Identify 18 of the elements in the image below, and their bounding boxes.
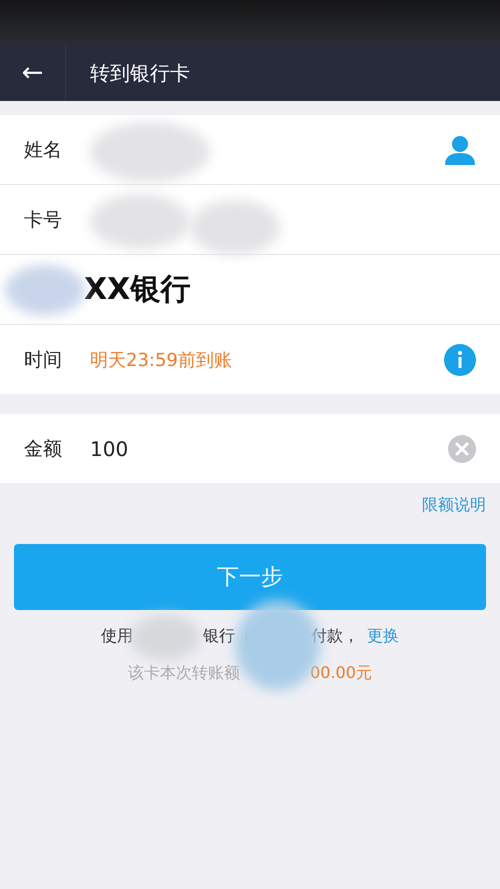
- info-icon[interactable]: [444, 344, 476, 376]
- clear-icon[interactable]: [448, 434, 476, 462]
- field-label: 金额: [24, 436, 63, 462]
- field-label: 姓名: [24, 138, 63, 162]
- arrival-time: 明天23:59前到账: [90, 348, 233, 372]
- field-label: 时间: [24, 348, 63, 372]
- change-link[interactable]: 更换: [367, 626, 399, 647]
- note-text: 使用: [101, 626, 133, 647]
- note-text: 付款，: [311, 626, 359, 647]
- limit-info-link[interactable]: 限额说明: [422, 495, 486, 516]
- bank-name: XX银行: [84, 271, 190, 309]
- next-button[interactable]: 下一步: [14, 544, 486, 610]
- limit-amount: 00.00元: [310, 663, 372, 684]
- limit-text: 该卡本次转账额: [128, 663, 240, 684]
- back-button[interactable]: ←: [0, 45, 66, 101]
- person-icon[interactable]: [444, 134, 476, 164]
- page-title: 转到银行卡: [90, 60, 190, 86]
- field-label: 卡号: [24, 208, 63, 232]
